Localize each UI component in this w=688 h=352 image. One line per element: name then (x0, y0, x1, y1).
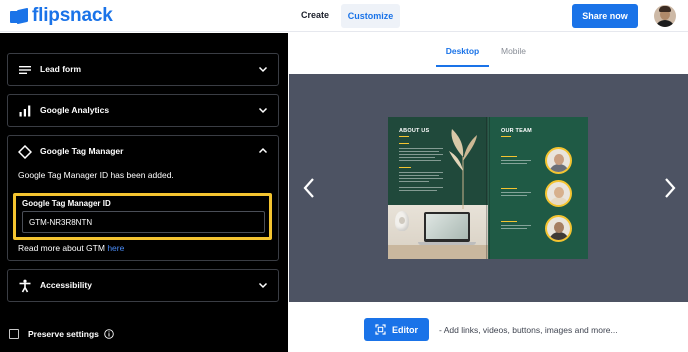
flipsnack-logo-icon (10, 7, 28, 24)
top-bar: flipsnack Create Customize Share now (0, 0, 688, 32)
flipbook-stage: ABOUT US OUR TEAM (289, 74, 688, 302)
section-google-tag-manager[interactable]: Google Tag Manager Google Tag Manager ID… (7, 135, 279, 261)
editor-button-label: Editor (392, 324, 418, 335)
user-avatar[interactable] (654, 5, 676, 27)
settings-panel: Lead form Google Analytics Google Tag Ma… (0, 33, 288, 352)
tab-desktop[interactable]: Desktop (436, 46, 489, 67)
section-header[interactable]: Accessibility (8, 270, 278, 301)
share-now-button[interactable]: Share now (572, 4, 638, 28)
editor-bar: Editor - Add links, videos, buttons, ima… (289, 302, 688, 352)
section-header[interactable]: Google Tag Manager (8, 136, 278, 167)
list-lines-icon (19, 66, 31, 74)
section-title: Google Tag Manager (40, 146, 124, 156)
team-member-photo (545, 215, 572, 242)
bar-chart-icon (19, 105, 31, 117)
chevron-down-icon (258, 282, 268, 289)
preserve-settings[interactable]: Preserve settings (9, 327, 114, 341)
diamond-tag-icon (18, 145, 32, 159)
nav-create[interactable]: Create (301, 10, 329, 20)
gtm-status-note: Google Tag Manager ID has been added. (18, 170, 174, 180)
nav-customize[interactable]: Customize (341, 4, 400, 28)
chevron-down-icon (258, 107, 268, 114)
read-more-text: Read more about GTM (18, 243, 105, 253)
editor-button[interactable]: Editor (364, 318, 429, 341)
team-member-photo (545, 180, 572, 207)
section-lead-form[interactable]: Lead form (7, 53, 279, 86)
gtm-id-label: Google Tag Manager ID (22, 199, 111, 208)
preserve-settings-checkbox[interactable] (9, 329, 19, 339)
gtm-id-highlight: Google Tag Manager ID (13, 193, 272, 240)
section-header[interactable]: Lead form (8, 54, 278, 85)
section-title: Google Analytics (40, 105, 110, 115)
preserve-settings-label: Preserve settings (28, 329, 99, 339)
logo-text: flipsnack (32, 5, 113, 26)
device-tabs: Desktop Mobile (289, 33, 688, 73)
preview-area: Desktop Mobile ABOUT US OUR TEAM Editor … (289, 33, 688, 352)
page-title-about: ABOUT US (399, 128, 430, 134)
chevron-up-icon (258, 147, 268, 154)
previous-page-arrow-icon[interactable] (301, 176, 317, 200)
section-title: Accessibility (40, 280, 92, 290)
next-page-arrow-icon[interactable] (662, 176, 678, 200)
read-more-link[interactable]: here (107, 243, 124, 253)
pampas-grass-illustration (449, 129, 477, 209)
tab-mobile[interactable]: Mobile (501, 46, 526, 56)
editor-frame-icon (375, 324, 386, 335)
page-our-team: OUR TEAM (488, 117, 588, 259)
info-icon[interactable] (104, 329, 114, 339)
team-member-photo (545, 147, 572, 174)
flipsnack-logo[interactable]: flipsnack (10, 5, 113, 26)
section-header[interactable]: Google Analytics (8, 95, 278, 126)
page-about-us: ABOUT US (388, 117, 488, 259)
section-accessibility[interactable]: Accessibility (7, 269, 279, 302)
section-title: Lead form (40, 64, 82, 74)
gtm-read-more: Read more about GTM here (18, 243, 124, 253)
page-title-team: OUR TEAM (501, 128, 532, 134)
chevron-down-icon (258, 66, 268, 73)
flipbook-spread[interactable]: ABOUT US OUR TEAM (388, 117, 588, 259)
section-google-analytics[interactable]: Google Analytics (7, 94, 279, 127)
editor-hint: - Add links, videos, buttons, images and… (439, 325, 618, 335)
gtm-id-input[interactable] (22, 211, 265, 233)
accessibility-person-icon (19, 279, 31, 293)
